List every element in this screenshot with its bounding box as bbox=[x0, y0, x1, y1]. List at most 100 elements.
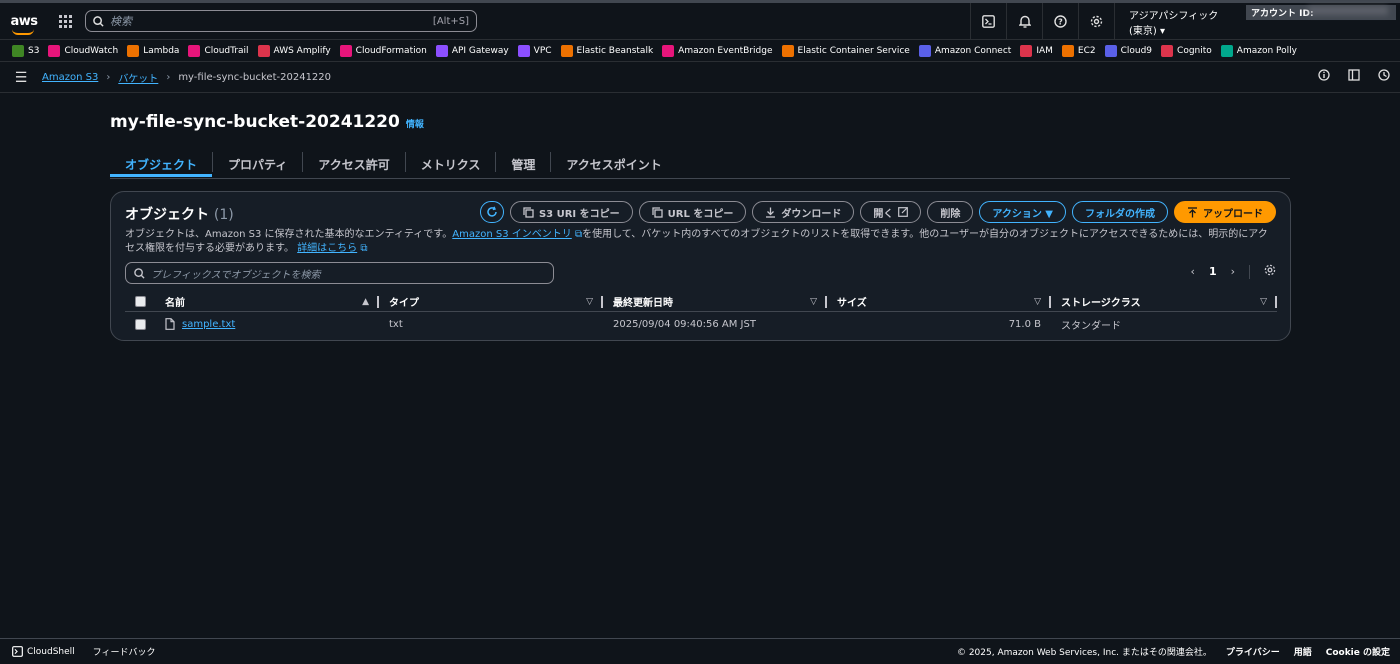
terms-link[interactable]: 用語 bbox=[1294, 645, 1312, 658]
file-icon bbox=[165, 318, 175, 330]
chevron-right-icon: › bbox=[166, 72, 171, 83]
actions-dropdown[interactable]: アクション ▼ bbox=[979, 201, 1066, 223]
download-icon bbox=[766, 207, 776, 218]
help-icon[interactable]: ? bbox=[1042, 3, 1078, 40]
favorite-aws-amplify[interactable]: AWS Amplify bbox=[257, 44, 331, 57]
object-storage-class: スタンダード bbox=[1061, 320, 1121, 332]
service-icon bbox=[339, 44, 352, 57]
service-icon bbox=[48, 44, 61, 57]
sort-ascending-icon: ▲ bbox=[362, 296, 369, 307]
services-menu-icon[interactable] bbox=[48, 4, 82, 38]
top-navigation: aws 検索 [Alt+S] ? アジアパシフィック (東京) ▾ アカウント … bbox=[0, 0, 1400, 40]
split-panel-icon[interactable] bbox=[1348, 69, 1360, 85]
copyright: © 2025, Amazon Web Services, Inc. またはその関… bbox=[956, 648, 1212, 658]
create-folder-button[interactable]: フォルダの作成 bbox=[1072, 201, 1168, 223]
favorite-api-gateway[interactable]: API Gateway bbox=[435, 44, 509, 57]
service-icon bbox=[781, 44, 794, 57]
cloudshell-icon bbox=[12, 646, 23, 657]
feedback-link[interactable]: フィードバック bbox=[93, 645, 156, 658]
inventory-link[interactable]: Amazon S3 インベントリ bbox=[452, 229, 571, 240]
privacy-link[interactable]: プライバシー bbox=[1226, 645, 1280, 658]
column-name[interactable]: 名前 ▲ bbox=[155, 292, 379, 311]
refresh-icon bbox=[487, 206, 497, 217]
tab-list: オブジェクト プロパティ アクセス許可 メトリクス 管理 アクセスポイント bbox=[110, 150, 1290, 179]
select-all-checkbox[interactable] bbox=[125, 292, 155, 311]
tab-metrics[interactable]: メトリクス bbox=[406, 152, 497, 172]
service-icon bbox=[662, 44, 675, 57]
row-checkbox[interactable] bbox=[125, 314, 155, 334]
favorite-cognito[interactable]: Cognito bbox=[1161, 44, 1212, 57]
tab-management[interactable]: 管理 bbox=[496, 152, 552, 172]
favorite-iam[interactable]: IAM bbox=[1020, 44, 1053, 57]
upload-icon bbox=[1188, 206, 1197, 217]
search-placeholder: 検索 bbox=[110, 15, 132, 28]
copy-s3-uri-button[interactable]: S3 URI をコピー bbox=[509, 201, 633, 223]
sort-icon: ▽ bbox=[1260, 296, 1267, 307]
svg-text:?: ? bbox=[1058, 18, 1063, 27]
favorite-cloudwatch[interactable]: CloudWatch bbox=[48, 44, 118, 57]
account-id-redacted bbox=[1308, 6, 1388, 15]
page-number[interactable]: 1 bbox=[1209, 265, 1217, 278]
column-last-modified[interactable]: 最終更新日時 ▽ bbox=[603, 292, 827, 311]
cookie-settings-link[interactable]: Cookie の設定 bbox=[1326, 645, 1390, 658]
breadcrumb-amazon-s3[interactable]: Amazon S3 bbox=[42, 72, 98, 83]
column-type[interactable]: タイプ ▽ bbox=[379, 292, 603, 311]
download-button[interactable]: ダウンロード bbox=[752, 201, 855, 223]
favorite-cloudformation[interactable]: CloudFormation bbox=[339, 44, 427, 57]
refresh-button[interactable] bbox=[479, 201, 504, 223]
favorite-amazon-polly[interactable]: Amazon Polly bbox=[1220, 44, 1297, 57]
column-size[interactable]: サイズ ▽ bbox=[827, 292, 1051, 311]
chevron-left-icon[interactable]: ‹ bbox=[1191, 265, 1195, 278]
favorite-cloud9[interactable]: Cloud9 bbox=[1104, 44, 1152, 57]
copy-url-button[interactable]: URL をコピー bbox=[638, 201, 747, 223]
favorite-elastic-container-service[interactable]: Elastic Container Service bbox=[781, 44, 910, 57]
favorite-cloudtrail[interactable]: CloudTrail bbox=[188, 44, 249, 57]
breadcrumb-buckets[interactable]: バケット bbox=[118, 70, 158, 85]
service-icon bbox=[1161, 44, 1174, 57]
chevron-right-icon[interactable]: › bbox=[1231, 265, 1235, 278]
global-search-input[interactable]: 検索 [Alt+S] bbox=[85, 10, 477, 32]
table-settings-gear-icon[interactable] bbox=[1264, 264, 1276, 279]
aws-logo[interactable]: aws bbox=[0, 14, 48, 35]
tab-objects[interactable]: オブジェクト bbox=[110, 150, 213, 177]
clock-history-icon[interactable] bbox=[1378, 69, 1390, 85]
tab-permissions[interactable]: アクセス許可 bbox=[303, 152, 406, 172]
page-title: my-file-sync-bucket-20241220 情報 bbox=[110, 112, 424, 132]
search-shortcut: [Alt+S] bbox=[432, 15, 469, 27]
settings-gear-icon[interactable] bbox=[1078, 3, 1114, 40]
cloudshell-icon[interactable] bbox=[970, 3, 1006, 40]
favorite-vpc[interactable]: VPC bbox=[517, 44, 552, 57]
tab-properties[interactable]: プロパティ bbox=[212, 152, 304, 172]
notifications-bell-icon[interactable] bbox=[1006, 3, 1042, 40]
favorite-lambda[interactable]: Lambda bbox=[127, 44, 179, 57]
tab-access-points[interactable]: アクセスポイント bbox=[551, 152, 676, 172]
open-button[interactable]: 開く bbox=[860, 201, 922, 223]
account-menu[interactable]: アカウント ID: bbox=[1244, 3, 1400, 40]
object-filter-input[interactable]: プレフィックスでオブジェクトを検索 bbox=[125, 262, 554, 284]
favorite-ec2[interactable]: EC2 bbox=[1061, 44, 1096, 57]
objects-heading: オブジェクト (1) bbox=[125, 207, 234, 223]
pagination: ‹ 1 › bbox=[1191, 264, 1276, 279]
favorite-elastic-beanstalk[interactable]: Elastic Beanstalk bbox=[560, 44, 653, 57]
object-name-cell: sample.txt bbox=[155, 314, 379, 334]
favorite-s3[interactable]: S3 bbox=[12, 44, 39, 57]
favorite-amazon-connect[interactable]: Amazon Connect bbox=[918, 44, 1011, 57]
sort-icon: ▽ bbox=[1034, 296, 1041, 307]
region-selector[interactable]: アジアパシフィック (東京) ▾ bbox=[1114, 3, 1244, 40]
menu-hamburger-icon[interactable]: ☰ bbox=[0, 70, 42, 86]
cloudshell-footer-button[interactable]: CloudShell bbox=[12, 646, 75, 657]
breadcrumb-current: my-file-sync-bucket-20241220 bbox=[178, 72, 332, 83]
service-icon bbox=[1220, 44, 1233, 57]
learn-more-link[interactable]: 詳細はこちら bbox=[297, 243, 357, 254]
service-icon bbox=[257, 44, 270, 57]
upload-button[interactable]: アップロード bbox=[1174, 201, 1276, 223]
object-name-link[interactable]: sample.txt bbox=[182, 319, 235, 330]
info-link[interactable]: 情報 bbox=[406, 120, 424, 130]
delete-button[interactable]: 削除 bbox=[927, 201, 974, 223]
service-icon bbox=[188, 44, 201, 57]
info-panel-icon[interactable] bbox=[1318, 69, 1330, 85]
object-size: 71.0 B bbox=[1008, 318, 1041, 330]
service-icon bbox=[1061, 44, 1074, 57]
favorite-amazon-eventbridge[interactable]: Amazon EventBridge bbox=[662, 44, 773, 57]
column-storage-class[interactable]: ストレージクラス ▽ bbox=[1051, 292, 1277, 311]
